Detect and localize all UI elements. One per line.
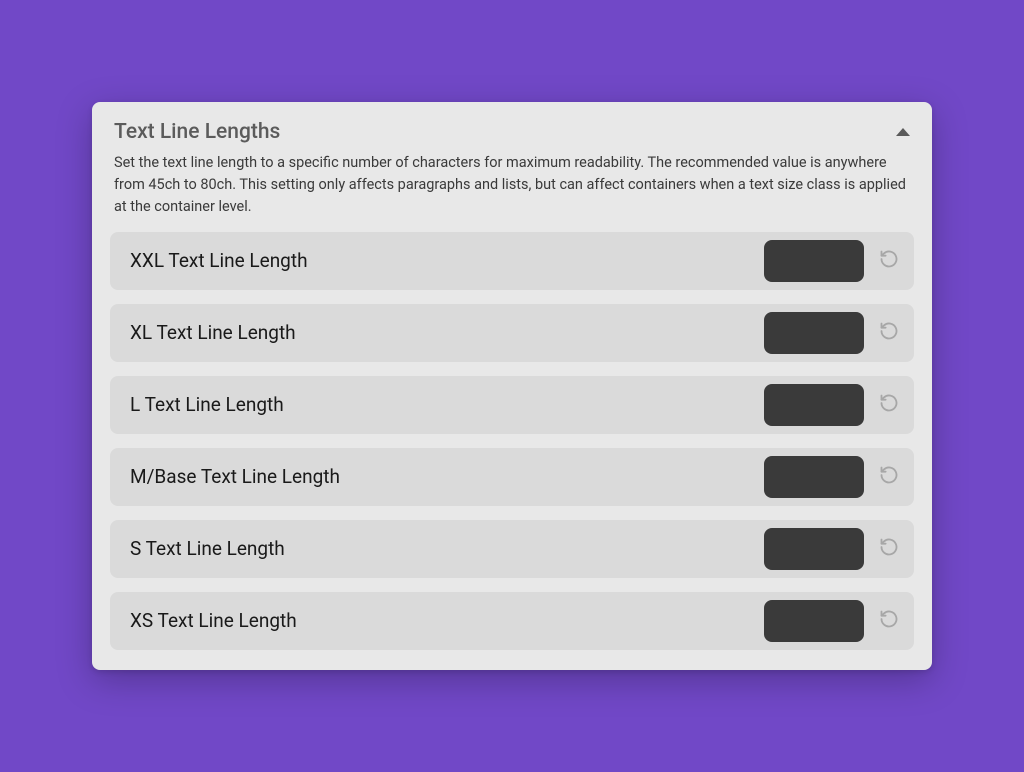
reset-button-l[interactable] <box>878 394 900 416</box>
setting-row-m: M/Base Text Line Length <box>110 448 914 506</box>
panel-header: Text Line Lengths <box>110 120 914 152</box>
reset-button-s[interactable] <box>878 538 900 560</box>
undo-icon <box>879 393 899 416</box>
setting-label: XXL Text Line Length <box>130 249 308 272</box>
setting-label: XS Text Line Length <box>130 609 297 632</box>
undo-icon <box>879 537 899 560</box>
value-input-xs[interactable] <box>764 600 864 642</box>
settings-panel: Text Line Lengths Set the text line leng… <box>92 102 932 669</box>
setting-label: S Text Line Length <box>130 537 285 560</box>
setting-row-xs: XS Text Line Length <box>110 592 914 650</box>
setting-row-xl: XL Text Line Length <box>110 304 914 362</box>
undo-icon <box>879 465 899 488</box>
setting-label: XL Text Line Length <box>130 321 296 344</box>
reset-button-xl[interactable] <box>878 322 900 344</box>
collapse-icon[interactable] <box>896 128 910 136</box>
setting-controls <box>764 240 900 282</box>
setting-controls <box>764 312 900 354</box>
setting-controls <box>764 384 900 426</box>
setting-controls <box>764 528 900 570</box>
reset-button-xxl[interactable] <box>878 250 900 272</box>
undo-icon <box>879 249 899 272</box>
setting-row-l: L Text Line Length <box>110 376 914 434</box>
reset-button-m[interactable] <box>878 466 900 488</box>
setting-row-xxl: XXL Text Line Length <box>110 232 914 290</box>
undo-icon <box>879 609 899 632</box>
value-input-xxl[interactable] <box>764 240 864 282</box>
reset-button-xs[interactable] <box>878 610 900 632</box>
value-input-xl[interactable] <box>764 312 864 354</box>
setting-controls <box>764 456 900 498</box>
value-input-m[interactable] <box>764 456 864 498</box>
undo-icon <box>879 321 899 344</box>
panel-description: Set the text line length to a specific n… <box>110 152 914 231</box>
panel-title: Text Line Lengths <box>114 120 280 144</box>
setting-label: L Text Line Length <box>130 393 284 416</box>
setting-controls <box>764 600 900 642</box>
setting-row-s: S Text Line Length <box>110 520 914 578</box>
value-input-l[interactable] <box>764 384 864 426</box>
setting-label: M/Base Text Line Length <box>130 465 340 488</box>
value-input-s[interactable] <box>764 528 864 570</box>
